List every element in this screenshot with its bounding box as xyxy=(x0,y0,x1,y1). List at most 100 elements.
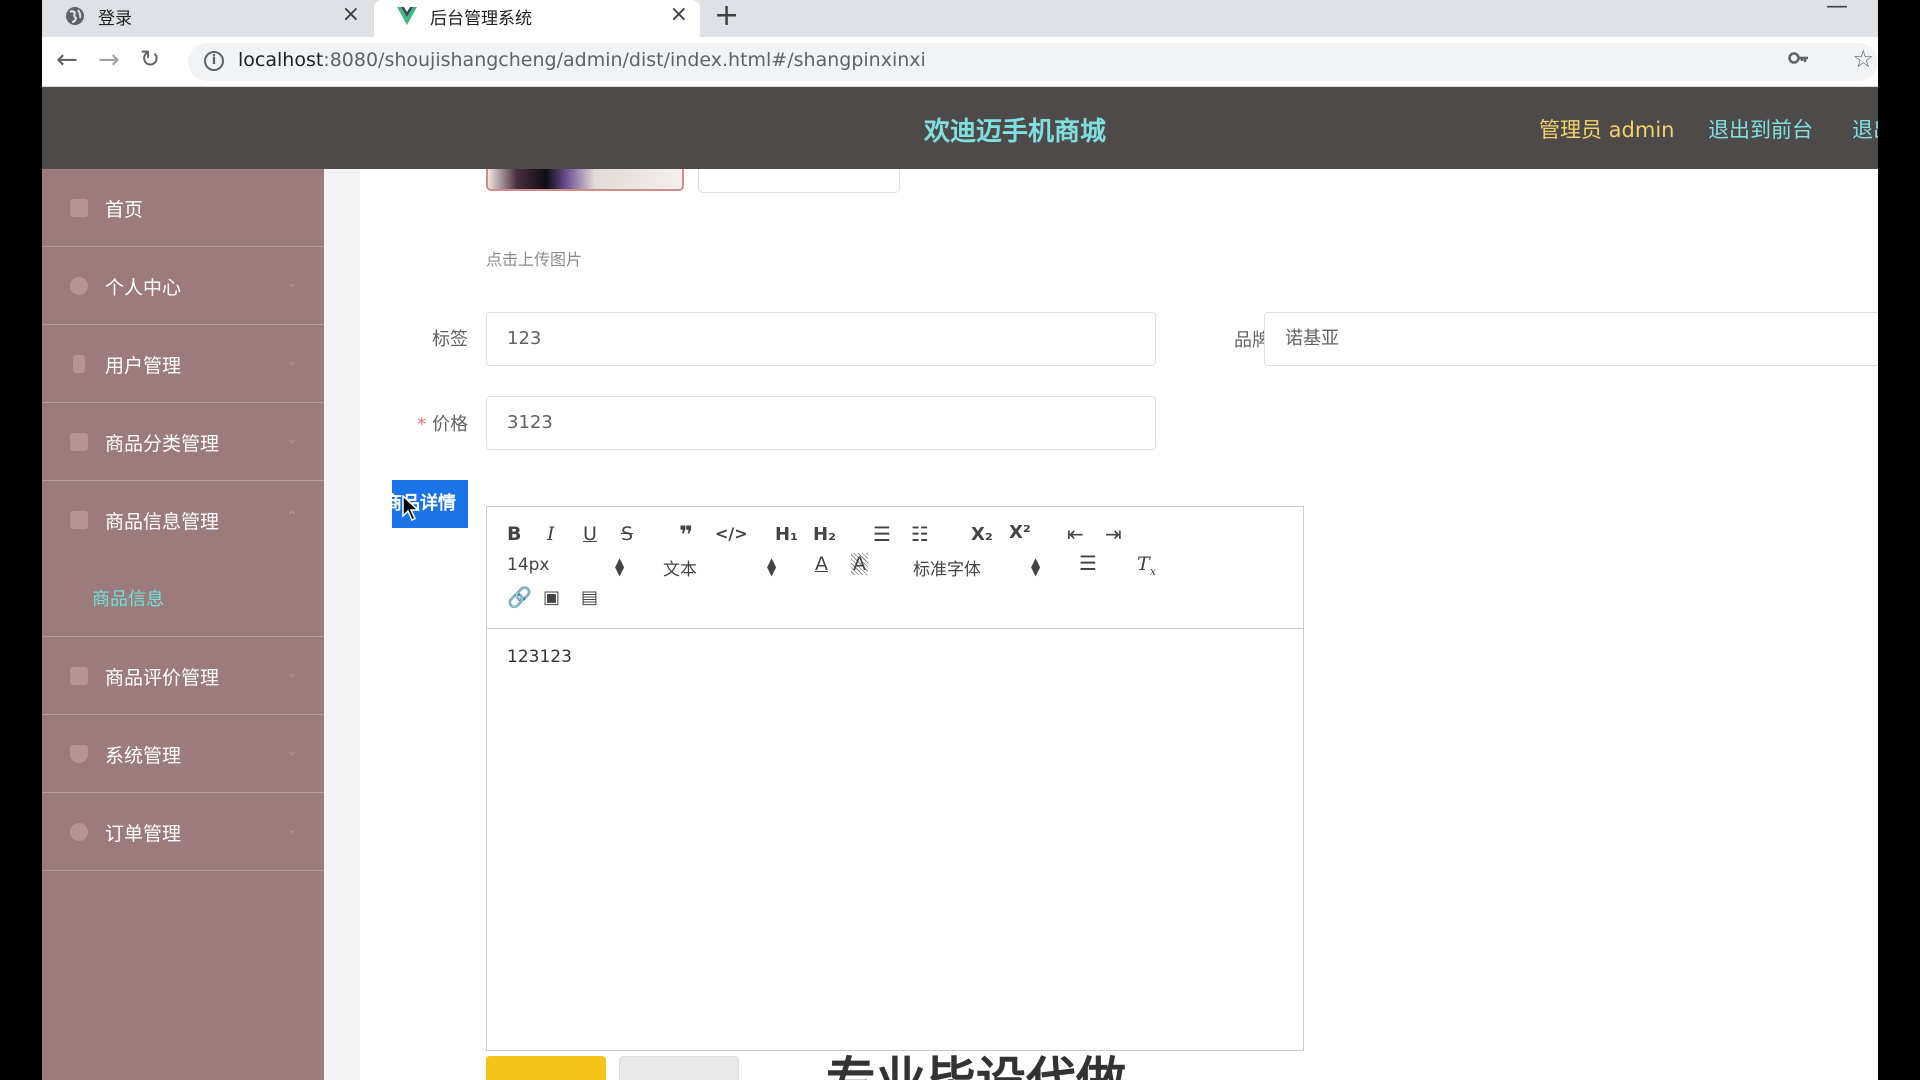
vue-logo-icon xyxy=(397,7,417,25)
sidebar-item-category-management[interactable]: 商品分类管理 ⌄ xyxy=(42,403,324,481)
price-label-text: 价格 xyxy=(432,414,468,435)
home-icon xyxy=(70,199,88,217)
product-image-thumbnail[interactable] xyxy=(486,169,684,191)
chevron-down-icon: ⌄ xyxy=(286,431,298,447)
sidebar-item-personal-center[interactable]: 个人中心 ⌄ xyxy=(42,247,324,325)
bold-icon[interactable]: B xyxy=(507,523,521,545)
background-color-icon[interactable]: A xyxy=(851,553,868,575)
address-bar[interactable]: i localhost:8080/shoujishangcheng/admin/… xyxy=(188,43,1878,81)
sidebar-item-home[interactable]: 首页 xyxy=(42,169,324,247)
chevron-down-icon: ⌄ xyxy=(286,821,298,837)
ordered-list-icon[interactable]: ☰ xyxy=(873,522,891,546)
brand-label: 品牌 xyxy=(1234,330,1270,351)
link-icon[interactable]: 🔗 xyxy=(507,585,532,609)
close-icon[interactable]: × xyxy=(670,2,688,27)
sidebar-subitem-product-info[interactable]: 商品信息 xyxy=(42,559,324,637)
minimize-icon[interactable]: — xyxy=(1826,0,1848,19)
tab-strip: 登录 × 后台管理系统 × + — xyxy=(42,0,1878,37)
watermark-text: 专业毕设代做 xyxy=(826,1041,1126,1080)
new-tab-icon[interactable]: + xyxy=(714,0,739,33)
mouse-cursor-icon xyxy=(402,495,420,522)
app-title: 欢迪迈手机商城 xyxy=(924,117,1107,147)
brand-input[interactable]: 诺基亚 xyxy=(1264,312,1878,366)
sidebar-item-system-management[interactable]: 系统管理 ⌄ xyxy=(42,715,324,793)
code-icon[interactable]: </> xyxy=(715,524,748,543)
subscript-icon[interactable]: X₂ xyxy=(971,524,993,545)
font-family-select[interactable]: 标准字体 ▲ ▼ xyxy=(913,555,1043,580)
url-host: localhost xyxy=(238,49,324,71)
superscript-icon[interactable]: X² xyxy=(1009,522,1031,543)
tag-input[interactable]: 123 xyxy=(486,312,1156,366)
bookmark-star-icon[interactable]: ☆ xyxy=(1852,45,1874,73)
sidebar-item-label: 订单管理 xyxy=(105,823,182,845)
sidebar-item-label: 首页 xyxy=(105,199,144,221)
editor-toolbar: B I U S ❞ </> H₁ H₂ ☰ ☷ X₂ X² ⇤ ⇥ 14px ▲… xyxy=(487,507,1303,629)
upload-tip: 点击上传图片 xyxy=(486,250,583,269)
sidebar-item-order-management[interactable]: 订单管理 ⌄ xyxy=(42,793,324,871)
sidebar-item-product-management[interactable]: 商品信息管理 ⌃ xyxy=(42,481,324,559)
block-type-select[interactable]: 文本 ▲ ▼ xyxy=(663,555,777,580)
select-arrows-icon: ▼ xyxy=(615,564,625,578)
sidebar-item-review-management[interactable]: 商品评价管理 ⌄ xyxy=(42,637,324,715)
screen: 登录 × 后台管理系统 × + — ← → ↻ i localhost:8080… xyxy=(0,0,1920,1080)
chevron-up-icon: ⌃ xyxy=(286,509,298,525)
strikethrough-icon[interactable]: S xyxy=(621,523,633,545)
form-card: 点击上传图片 标签 123 品牌 诺基亚 * 价格 3123 商品详情 B I … xyxy=(360,169,1878,1080)
sidebar-item-label: 商品信息管理 xyxy=(105,511,220,533)
font-color-icon[interactable]: A xyxy=(815,553,828,575)
sidebar-item-label: 用户管理 xyxy=(105,355,182,377)
main-content: 点击上传图片 标签 123 品牌 诺基亚 * 价格 3123 商品详情 B I … xyxy=(324,169,1878,1080)
url-path: :8080/shoujishangcheng/admin/dist/index.… xyxy=(323,49,926,71)
sidebar: 首页 个人中心 ⌄ 用户管理 ⌄ 商品分类管理 ⌄ 商品信息管理 ⌃ 商品信息 … xyxy=(42,169,324,1080)
comment-icon xyxy=(70,667,88,685)
sidebar-item-label: 商品评价管理 xyxy=(105,667,220,689)
cancel-button[interactable] xyxy=(619,1056,739,1080)
app-header: 欢迪迈手机商城 管理员 admin 退出到前台 退出登录 xyxy=(42,87,1878,169)
font-size-select[interactable]: 14px ▲ ▼ xyxy=(507,555,625,578)
close-icon[interactable]: × xyxy=(342,2,360,27)
tab-login[interactable]: 登录 × xyxy=(42,0,372,37)
reload-icon[interactable]: ↻ xyxy=(140,45,160,73)
price-input[interactable]: 3123 xyxy=(486,396,1156,450)
editor-content[interactable]: 123123 xyxy=(507,647,572,667)
align-icon[interactable]: ☰ xyxy=(1079,551,1097,575)
select-arrows-icon: ▼ xyxy=(767,564,777,578)
price-label: * 价格 xyxy=(404,410,468,436)
folder-icon xyxy=(70,511,88,529)
heading-1-icon[interactable]: H₁ xyxy=(775,524,798,545)
grid-icon xyxy=(70,433,88,451)
blockquote-icon[interactable]: ❞ xyxy=(679,521,693,549)
phone-icon xyxy=(73,355,85,373)
chevron-down-icon: ⌄ xyxy=(286,665,298,681)
back-arrow-icon[interactable]: ← xyxy=(56,45,78,75)
indent-icon[interactable]: ⇥ xyxy=(1105,522,1122,546)
sidebar-item-label: 个人中心 xyxy=(105,277,182,299)
forward-arrow-icon[interactable]: → xyxy=(98,45,120,75)
video-icon[interactable]: ▤ xyxy=(581,587,598,608)
chevron-down-icon: ⌄ xyxy=(286,353,298,369)
info-icon[interactable]: i xyxy=(204,51,224,71)
tag-label: 标签 xyxy=(432,329,468,350)
underline-icon[interactable]: U xyxy=(583,523,597,545)
user-icon xyxy=(70,277,88,295)
sidebar-item-user-management[interactable]: 用户管理 ⌄ xyxy=(42,325,324,403)
bullet-list-icon[interactable]: ☷ xyxy=(911,522,929,546)
globe-icon xyxy=(66,7,84,25)
select-arrows-icon: ▼ xyxy=(1031,564,1041,578)
image-icon[interactable]: ▣ xyxy=(543,587,560,608)
logout-link[interactable]: 退出登录 xyxy=(1852,114,1878,144)
outdent-icon[interactable]: ⇤ xyxy=(1067,522,1084,546)
exit-to-front-link[interactable]: 退出到前台 xyxy=(1708,114,1813,144)
submit-button[interactable] xyxy=(486,1056,606,1080)
sidebar-subitem-label: 商品信息 xyxy=(92,589,164,610)
key-icon[interactable] xyxy=(1788,47,1810,69)
clear-format-icon[interactable]: Tx xyxy=(1137,553,1156,578)
heading-2-icon[interactable]: H₂ xyxy=(813,524,836,545)
image-upload-box[interactable] xyxy=(698,169,900,193)
chevron-down-icon: ⌄ xyxy=(286,743,298,759)
tab-admin[interactable]: 后台管理系统 × xyxy=(374,0,700,37)
shield-icon xyxy=(70,745,88,763)
italic-icon[interactable]: I xyxy=(547,523,555,545)
url-text: localhost:8080/shoujishangcheng/admin/di… xyxy=(238,49,926,71)
font-family-value: 标准字体 xyxy=(913,560,981,580)
